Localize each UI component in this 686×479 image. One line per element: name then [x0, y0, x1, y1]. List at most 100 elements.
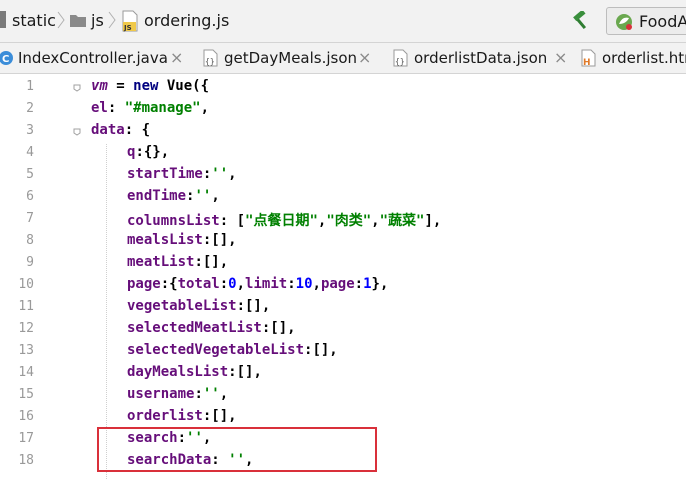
code-line: data: { — [91, 122, 150, 138]
code-token: '' — [202, 386, 220, 402]
close-tab-icon[interactable]: × — [358, 48, 371, 67]
line-number: 18 — [18, 453, 34, 468]
code-token: selectedVegetableList — [127, 342, 305, 358]
code-line: mealsList:[], — [127, 232, 237, 248]
tab-orderlist-htm[interactable]: H orderlist.htm — [580, 43, 686, 73]
code-token: : — [107, 100, 125, 116]
code-line: vegetableList:[], — [127, 298, 270, 314]
code-token: :[], — [261, 320, 296, 336]
code-token: "#manage" — [124, 100, 201, 116]
json-file-icon: {} — [393, 49, 408, 67]
code-token: :[], — [202, 232, 237, 248]
code-token: mealsList — [127, 232, 203, 248]
code-line: meatList:[], — [127, 254, 228, 270]
code-line: orderlist:[], — [127, 408, 237, 424]
navigation-bar: static js JS ordering.js FoodA — [0, 0, 686, 43]
fold-marker-icon[interactable] — [73, 84, 81, 92]
code-line: vm = new Vue({ — [91, 78, 209, 94]
line-number: 16 — [18, 409, 34, 424]
code-token: 1 — [363, 276, 372, 292]
code-line: columnsList: ["点餐日期","肉类","蔬菜"], — [127, 210, 441, 230]
run-configuration-label: FoodA — [639, 12, 686, 31]
tab-indexcontroller-java[interactable]: C IndexController.java × — [0, 43, 190, 73]
svg-text:C: C — [2, 54, 9, 65]
line-number: 2 — [26, 101, 34, 116]
close-tab-icon[interactable]: × — [170, 48, 183, 67]
code-token: :[], — [228, 364, 262, 380]
breadcrumb-static[interactable]: static — [12, 11, 56, 30]
breadcrumb-separator-icon — [57, 11, 65, 29]
line-number: 7 — [26, 211, 34, 226]
build-hammer-icon[interactable] — [570, 11, 592, 31]
tab-getdaymeals-json[interactable]: {} getDayMeals.json × — [202, 43, 382, 73]
code-token: : { — [124, 122, 151, 138]
code-token: endTime — [127, 188, 187, 204]
code-token: username — [127, 386, 195, 402]
highlight-annotation-box — [97, 427, 377, 472]
code-token: orderlist — [127, 408, 203, 424]
code-token: :[], — [304, 342, 338, 358]
line-number: 12 — [18, 321, 34, 336]
code-token: total — [177, 276, 220, 292]
code-token: page — [127, 276, 161, 292]
line-number: 10 — [18, 277, 34, 292]
breadcrumb-js[interactable]: js — [91, 11, 104, 30]
editor-tab-bar: C IndexController.java × {} getDayMeals.… — [0, 43, 686, 74]
code-token: 10 — [295, 276, 313, 292]
code-token: , — [228, 166, 237, 182]
spring-boot-icon — [616, 14, 632, 30]
folder-icon — [70, 15, 86, 27]
code-token: , — [219, 386, 229, 402]
code-line: q:{}, — [127, 144, 169, 160]
code-token: "点餐日期" — [245, 213, 318, 229]
tab-label: orderlistData.json — [414, 49, 548, 67]
run-configuration-dropdown[interactable]: FoodA — [606, 7, 686, 35]
code-line: page:{total:0,limit:10,page:1}, — [127, 276, 388, 292]
code-token: ], — [424, 213, 442, 229]
code-token: new — [133, 78, 159, 94]
code-token: '' — [211, 166, 229, 182]
line-number: 14 — [18, 365, 34, 380]
code-editor[interactable]: 1 2 3 4 5 6 7 8 9 10 11 12 13 14 15 16 1… — [0, 74, 686, 479]
code-line: dayMealsList:[], — [127, 364, 262, 380]
tab-label: getDayMeals.json — [224, 49, 358, 67]
code-token: :{}, — [135, 144, 170, 160]
code-token: :{ — [160, 276, 178, 292]
code-token: : — [194, 386, 203, 402]
code-line: el: "#manage", — [91, 100, 209, 116]
code-token: = — [107, 78, 134, 94]
code-token: vegetableList — [127, 298, 237, 314]
svg-text:H: H — [583, 58, 591, 67]
code-line: selectedMeatList:[], — [127, 320, 296, 336]
code-token: startTime — [127, 166, 203, 182]
code-line: startTime:'', — [127, 166, 237, 182]
line-number: 9 — [26, 255, 34, 270]
close-tab-icon[interactable]: × — [554, 48, 567, 67]
code-token: :[], — [236, 298, 271, 314]
line-number: 13 — [18, 343, 34, 358]
code-token: , — [371, 213, 380, 229]
folder-icon — [0, 11, 6, 28]
java-class-icon: C — [0, 51, 13, 65]
code-line: selectedVegetableList:[], — [127, 342, 338, 358]
code-line: endTime:'', — [127, 188, 220, 204]
code-token: vm — [91, 78, 108, 94]
svg-text:{}: {} — [205, 57, 215, 66]
code-token: Vue({ — [158, 78, 210, 94]
code-token: , — [211, 188, 220, 204]
line-number: 8 — [26, 233, 34, 248]
code-token: selectedMeatList — [127, 320, 262, 336]
svg-text:{}: {} — [395, 57, 405, 66]
code-token: "蔬菜" — [379, 213, 425, 229]
fold-marker-icon[interactable] — [73, 128, 81, 136]
breadcrumb-ordering-js[interactable]: ordering.js — [144, 11, 229, 30]
code-token: :[], — [194, 254, 229, 270]
code-token: columnsList — [127, 213, 220, 229]
line-number: 11 — [18, 299, 34, 314]
line-number: 17 — [18, 431, 34, 446]
line-number: 4 — [26, 145, 34, 160]
json-file-icon: {} — [203, 49, 218, 67]
code-token: limit — [245, 276, 288, 292]
code-token: data — [91, 122, 125, 138]
tab-orderlistdata-json[interactable]: {} orderlistData.json × — [392, 43, 572, 73]
